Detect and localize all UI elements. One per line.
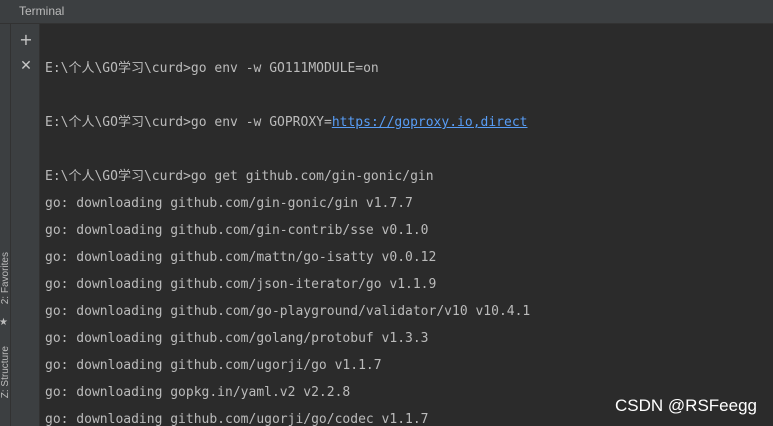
command-text: go env -w GO111MODULE=on: [190, 61, 379, 76]
output-line: go: downloading github.com/ugorji/go/cod…: [45, 412, 429, 426]
tool-window-header: Terminal: [0, 0, 773, 24]
prompt: E:\个人\GO学习\curd>: [45, 61, 191, 76]
output-line: go: downloading github.com/gin-contrib/s…: [45, 223, 429, 238]
star-icon: ★: [0, 317, 8, 328]
command-text: go env -w GOPROXY=: [190, 115, 332, 130]
new-session-button[interactable]: +: [17, 31, 35, 49]
output-line: go: downloading github.com/json-iterator…: [45, 277, 437, 292]
left-tool-stripe: 2: Favorites ★ Z: Structure: [0, 24, 11, 426]
command-line: E:\个人\GO学习\curd>go env -w GO111MODULE=on: [45, 61, 379, 77]
output-line: go: downloading github.com/ugorji/go v1.…: [45, 358, 382, 373]
output-line: go: downloading github.com/go-playground…: [45, 304, 531, 319]
command-text: go get github.com/gin-gonic/gin: [190, 169, 434, 184]
output-line: go: downloading github.com/gin-gonic/gin…: [45, 196, 413, 211]
close-icon: ✕: [20, 58, 32, 74]
output-line: go: downloading github.com/mattn/go-isat…: [45, 250, 437, 265]
output-line: go: downloading github.com/golang/protob…: [45, 331, 429, 346]
proxy-url-link[interactable]: https://goproxy.io,direct: [332, 115, 528, 130]
watermark: CSDN @RSFeegg: [615, 396, 757, 415]
prompt: E:\个人\GO学习\curd>: [45, 169, 191, 184]
favorites-tab-label: 2: Favorites: [0, 252, 11, 305]
close-session-button[interactable]: ✕: [17, 57, 35, 75]
plus-icon: +: [19, 30, 33, 49]
terminal-toolbar: + ✕: [11, 24, 40, 426]
output-line: go: downloading gopkg.in/yaml.v2 v2.2.8: [45, 385, 351, 400]
command-line: E:\个人\GO学习\curd>go env -w GOPROXY=https:…: [45, 115, 527, 131]
terminal-output[interactable]: E:\个人\GO学习\curd>go env -w GO111MODULE=on…: [40, 25, 773, 426]
tool-window-title: Terminal: [19, 4, 65, 18]
command-line: E:\个人\GO学习\curd>go get github.com/gin-go…: [45, 169, 434, 185]
structure-tab-label: Z: Structure: [0, 346, 11, 399]
terminal-window: Terminal 2: Favorites ★ Z: Structure + ✕…: [0, 0, 773, 426]
prompt: E:\个人\GO学习\curd>: [45, 115, 191, 130]
structure-tab[interactable]: Z: Structure: [0, 346, 11, 426]
